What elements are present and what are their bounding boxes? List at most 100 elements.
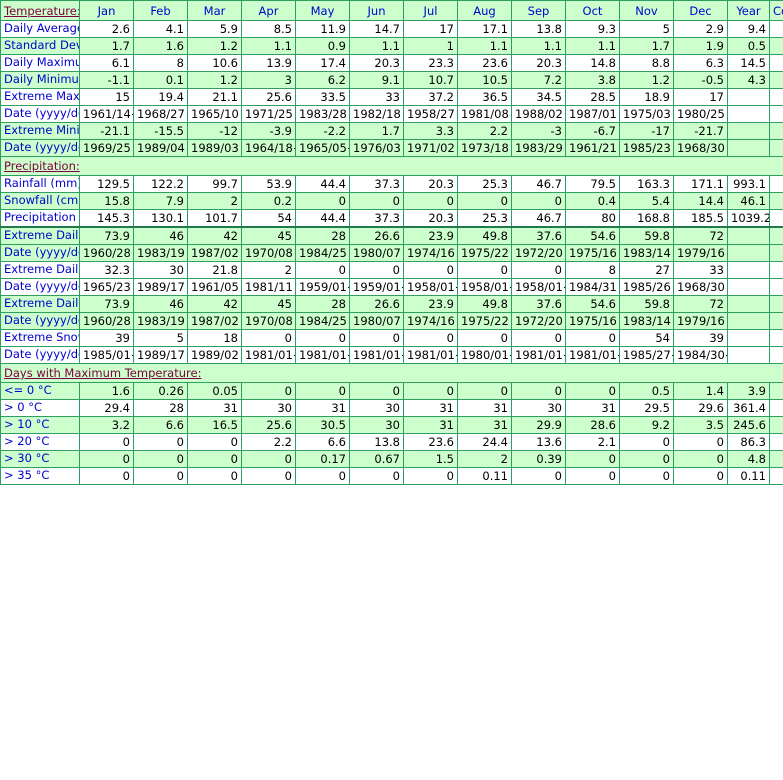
cell-date-yyyy-dd-code (769, 105, 783, 123)
cell-date-yyyy-dd-oct: 1975/16 (565, 312, 620, 330)
cell-daily-maximum-degc-sep: 20.3 (511, 54, 566, 72)
cell-date-yyyy-dd-jul: 1958/01+ (403, 278, 458, 296)
table-row: > 10 °C 3.2 6.6 16.5 25.6 30.5 30 31 31 29.9 28.6 9… (0, 416, 783, 434)
cell-daily-maximum-degc-jul: 23.3 (403, 54, 458, 72)
cell-standard-deviation-apr: 1.1 (241, 37, 296, 55)
cell-date-yyyy-dd-jun: 1980/07 (349, 312, 404, 330)
cell-snowfall-cm-may: 0 (295, 192, 350, 210)
cell-date-yyyy-dd-mar: 1987/02 (187, 312, 242, 330)
cell-date-yyyy-dd-mar: 1965/10 (187, 105, 242, 123)
column-header-feb: Feb (133, 0, 188, 21)
cell-date-yyyy-dd-sep: 1988/02 (511, 105, 566, 123)
cell-snowfall-cm-year: 46.1 (727, 192, 770, 210)
cell-extreme-daily-precipitation-mm-jan: 73.9 (79, 295, 134, 313)
cell-lte-0-degc-jan: 1.6 (79, 382, 134, 400)
row-label-extreme-minimum-degc: Extreme Minimum (°C) (0, 122, 80, 140)
cell-gt-10-degc-aug: 31 (457, 416, 512, 434)
cell-snowfall-cm-dec: 14.4 (673, 192, 728, 210)
cell-standard-deviation-year: 0.5 (727, 37, 770, 55)
cell-extreme-daily-precipitation-mm-dec: 72 (673, 295, 728, 313)
cell-date-yyyy-dd-feb: 1989/17 (133, 346, 188, 364)
cell-daily-minimum-degc-nov: 1.2 (619, 71, 674, 89)
table-row: Precipitation (mm)145.3130.1101.75444.43… (0, 209, 783, 228)
cell-extreme-snow-depth-cm-mar: 18 (187, 329, 242, 347)
cell-rainfall-mm-nov: 163.3 (619, 175, 674, 193)
row-label-date-yyyy-dd: Date (yyyy/dd) (0, 105, 80, 123)
cell-extreme-daily-precipitation-mm-may: 28 (295, 295, 350, 313)
cell-gt-20-degc-aug: 24.4 (457, 433, 512, 451)
cell-gt-20-degc-dec: 0 (673, 433, 728, 451)
cell-gt-30-degc-apr: 0 (241, 450, 296, 468)
climate-data-table: Temperature: Jan Feb Mar Apr May Jun Jul Aug Sep O… (0, 0, 783, 485)
cell-gt-0-degc-aug: 31 (457, 399, 512, 417)
cell-gt-30-degc-oct: 0 (565, 450, 620, 468)
cell-gt-20-degc-mar: 0 (187, 433, 242, 451)
cell-extreme-minimum-degc-jan: -21.1 (79, 122, 134, 140)
cell-gt-35-degc-feb: 0 (133, 467, 188, 485)
cell-gt-10-degc-dec: 3.5 (673, 416, 728, 434)
cell-extreme-daily-precipitation-mm-year (727, 295, 770, 313)
table-row: Date (yyyy/dd)1985/01+1989/171989/021981… (0, 346, 783, 364)
cell-daily-average-degc-sep: 13.8 (511, 20, 566, 38)
cell-daily-minimum-degc-jan: -1.1 (79, 71, 134, 89)
cell-extreme-daily-precipitation-mm-jun: 26.6 (349, 295, 404, 313)
cell-gt-10-degc-year: 245.6 (727, 416, 770, 434)
cell-lte-0-degc-jul: 0 (403, 382, 458, 400)
cell-daily-maximum-degc-oct: 14.8 (565, 54, 620, 72)
cell-date-yyyy-dd-jan: 1960/28 (79, 312, 134, 330)
section-title-temperature: Temperature: (0, 0, 80, 21)
table-row: Extreme Daily Precipitation (mm)73.94642… (0, 295, 783, 313)
cell-precipitation-mm-mar: 101.7 (187, 209, 242, 228)
cell-extreme-daily-rainfall-mm-feb: 46 (133, 226, 188, 245)
cell-gt-35-degc-may: 0 (295, 467, 350, 485)
table-row: Extreme Minimum (°C)-21.1-15.5-12-3.9-2.… (0, 122, 783, 140)
cell-date-yyyy-dd-may: 1959/01+ (295, 278, 350, 296)
row-label-extreme-daily-precipitation-mm: Extreme Daily Precipitation (mm) (0, 295, 80, 313)
cell-extreme-maximum-degc-jul: 37.2 (403, 88, 458, 106)
cell-gt-30-degc-feb: 0 (133, 450, 188, 468)
cell-precipitation-mm-code: D (769, 209, 783, 228)
column-header-aug: Aug (457, 0, 512, 21)
cell-lte-0-degc-year: 3.9 (727, 382, 770, 400)
cell-lte-0-degc-may: 0 (295, 382, 350, 400)
cell-extreme-snow-depth-cm-nov: 54 (619, 329, 674, 347)
cell-extreme-daily-rainfall-mm-mar: 42 (187, 226, 242, 245)
cell-rainfall-mm-apr: 53.9 (241, 175, 296, 193)
cell-lte-0-degc-jun: 0 (349, 382, 404, 400)
cell-daily-average-degc-jan: 2.6 (79, 20, 134, 38)
row-label-gt-0-degc: > 0 °C (0, 399, 80, 417)
column-header-year: Year (727, 0, 770, 21)
cell-extreme-minimum-degc-oct: -6.7 (565, 122, 620, 140)
cell-daily-maximum-degc-dec: 6.3 (673, 54, 728, 72)
row-label-rainfall-mm: Rainfall (mm) (0, 175, 80, 193)
cell-extreme-maximum-degc-dec: 17 (673, 88, 728, 106)
cell-daily-maximum-degc-feb: 8 (133, 54, 188, 72)
cell-date-yyyy-dd-nov: 1983/14 (619, 244, 674, 262)
cell-extreme-daily-rainfall-mm-aug: 49.8 (457, 226, 512, 245)
cell-daily-average-degc-year: 9.4 (727, 20, 770, 38)
row-label-daily-minimum-degc: Daily Minimum (°C) (0, 71, 80, 89)
cell-extreme-daily-precipitation-mm-feb: 46 (133, 295, 188, 313)
cell-gt-20-degc-oct: 2.1 (565, 433, 620, 451)
cell-extreme-snow-depth-cm-sep: 0 (511, 329, 566, 347)
table-row: Date (yyyy/dd)1965/231989/171961/051981/… (0, 278, 783, 296)
cell-precipitation-mm-sep: 46.7 (511, 209, 566, 228)
cell-date-yyyy-dd-oct: 1987/01 (565, 105, 620, 123)
cell-extreme-minimum-degc-mar: -12 (187, 122, 242, 140)
cell-extreme-daily-precipitation-mm-mar: 42 (187, 295, 242, 313)
cell-date-yyyy-dd-oct: 1975/16 (565, 244, 620, 262)
cell-gt-0-degc-nov: 29.5 (619, 399, 674, 417)
cell-date-yyyy-dd-oct: 1981/01+ (565, 346, 620, 364)
cell-precipitation-mm-jun: 37.3 (349, 209, 404, 228)
cell-snowfall-cm-feb: 7.9 (133, 192, 188, 210)
cell-precipitation-mm-year: 1039.2 (727, 209, 770, 228)
cell-daily-average-degc-feb: 4.1 (133, 20, 188, 38)
cell-extreme-minimum-degc-feb: -15.5 (133, 122, 188, 140)
cell-daily-average-degc-mar: 5.9 (187, 20, 242, 38)
cell-date-yyyy-dd-jul: 1958/27 (403, 105, 458, 123)
cell-extreme-snow-depth-cm-code (769, 329, 783, 347)
cell-extreme-daily-snowfall-cm-code (769, 261, 783, 279)
cell-date-yyyy-dd-nov: 1975/03 (619, 105, 674, 123)
row-label-lte-0-degc: <= 0 °C (0, 382, 80, 400)
cell-date-yyyy-dd-dec: 1980/25 (673, 105, 728, 123)
